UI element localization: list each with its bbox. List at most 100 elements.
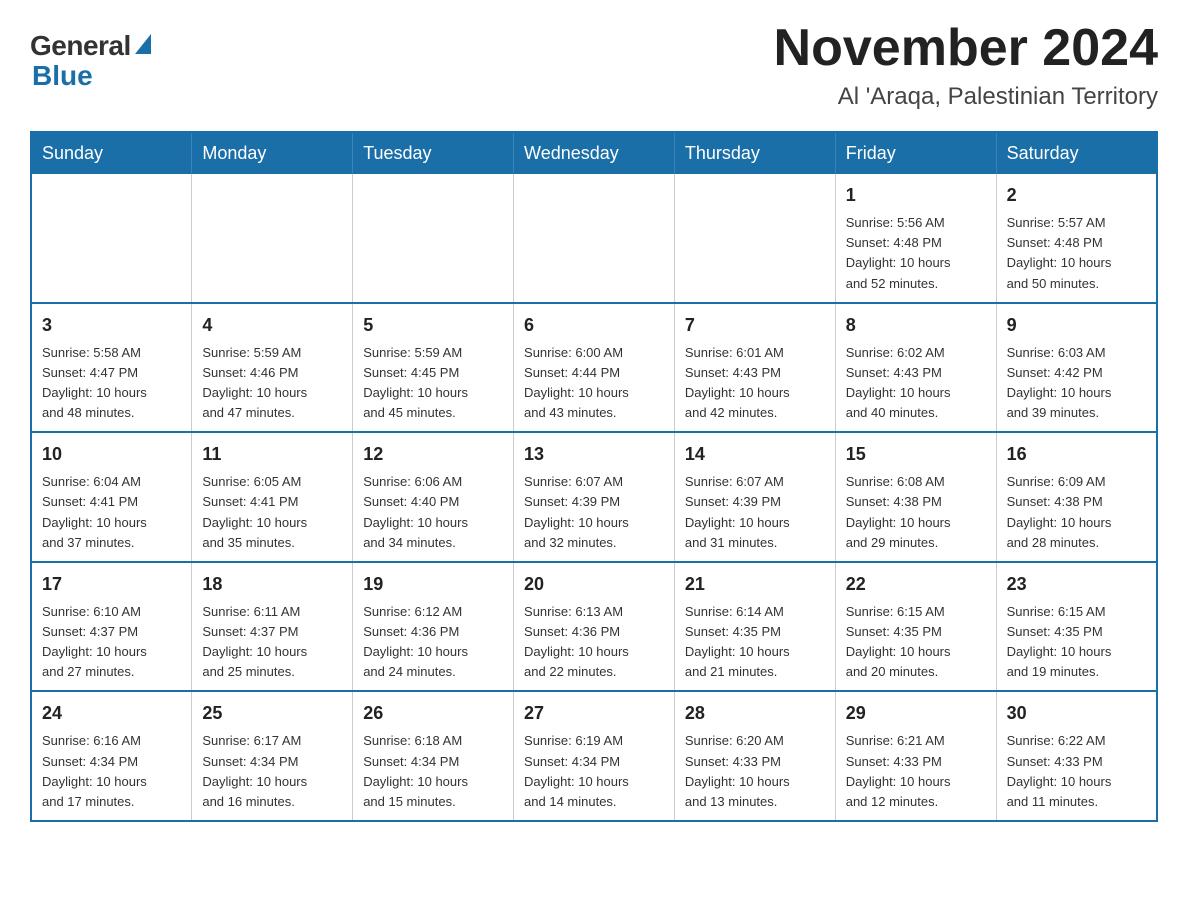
calendar-cell: 8 Sunrise: 6:02 AM Sunset: 4:43 PM Daylig… bbox=[835, 303, 996, 433]
day-number: 2 bbox=[1007, 182, 1146, 209]
logo-triangle-icon bbox=[135, 34, 151, 54]
calendar-cell: 1 Sunrise: 5:56 AM Sunset: 4:48 PM Daylig… bbox=[835, 174, 996, 303]
day-info: Sunrise: 6:22 AM Sunset: 4:33 PM Dayligh… bbox=[1007, 731, 1146, 812]
day-info: Sunrise: 6:06 AM Sunset: 4:40 PM Dayligh… bbox=[363, 472, 503, 553]
day-info: Sunrise: 6:07 AM Sunset: 4:39 PM Dayligh… bbox=[685, 472, 825, 553]
calendar-cell bbox=[353, 174, 514, 303]
day-number: 15 bbox=[846, 441, 986, 468]
logo-blue-text: Blue bbox=[32, 60, 93, 92]
day-number: 10 bbox=[42, 441, 181, 468]
day-info: Sunrise: 6:00 AM Sunset: 4:44 PM Dayligh… bbox=[524, 343, 664, 424]
calendar-cell: 16 Sunrise: 6:09 AM Sunset: 4:38 PM Dayli… bbox=[996, 432, 1157, 562]
day-number: 11 bbox=[202, 441, 342, 468]
day-info: Sunrise: 5:56 AM Sunset: 4:48 PM Dayligh… bbox=[846, 213, 986, 294]
calendar-cell: 7 Sunrise: 6:01 AM Sunset: 4:43 PM Daylig… bbox=[674, 303, 835, 433]
calendar-cell: 17 Sunrise: 6:10 AM Sunset: 4:37 PM Dayli… bbox=[31, 562, 192, 692]
day-number: 26 bbox=[363, 700, 503, 727]
day-number: 21 bbox=[685, 571, 825, 598]
calendar-cell: 25Sunrise: 6:17 AM Sunset: 4:34 PM Dayli… bbox=[192, 691, 353, 821]
week-row-3: 17 Sunrise: 6:10 AM Sunset: 4:37 PM Dayli… bbox=[31, 562, 1157, 692]
day-number: 6 bbox=[524, 312, 664, 339]
day-number: 30 bbox=[1007, 700, 1146, 727]
day-info: Sunrise: 6:20 AM Sunset: 4:33 PM Dayligh… bbox=[685, 731, 825, 812]
day-info: Sunrise: 6:09 AM Sunset: 4:38 PM Dayligh… bbox=[1007, 472, 1146, 553]
day-info: Sunrise: 6:15 AM Sunset: 4:35 PM Dayligh… bbox=[846, 602, 986, 683]
day-number: 28 bbox=[685, 700, 825, 727]
header-monday: Monday bbox=[192, 132, 353, 174]
day-number: 18 bbox=[202, 571, 342, 598]
calendar-cell: 9 Sunrise: 6:03 AM Sunset: 4:42 PM Daylig… bbox=[996, 303, 1157, 433]
header-tuesday: Tuesday bbox=[353, 132, 514, 174]
calendar-cell: 23Sunrise: 6:15 AM Sunset: 4:35 PM Dayli… bbox=[996, 562, 1157, 692]
calendar-cell: 15Sunrise: 6:08 AM Sunset: 4:38 PM Dayli… bbox=[835, 432, 996, 562]
calendar-cell bbox=[31, 174, 192, 303]
day-number: 1 bbox=[846, 182, 986, 209]
day-number: 19 bbox=[363, 571, 503, 598]
day-info: Sunrise: 5:59 AM Sunset: 4:45 PM Dayligh… bbox=[363, 343, 503, 424]
calendar-cell: 5 Sunrise: 5:59 AM Sunset: 4:45 PM Daylig… bbox=[353, 303, 514, 433]
day-info: Sunrise: 6:07 AM Sunset: 4:39 PM Dayligh… bbox=[524, 472, 664, 553]
calendar-cell: 10 Sunrise: 6:04 AM Sunset: 4:41 PM Dayli… bbox=[31, 432, 192, 562]
header-sunday: Sunday bbox=[31, 132, 192, 174]
day-number: 7 bbox=[685, 312, 825, 339]
day-number: 3 bbox=[42, 312, 181, 339]
calendar-cell: 2 Sunrise: 5:57 AM Sunset: 4:48 PM Daylig… bbox=[996, 174, 1157, 303]
calendar-cell bbox=[192, 174, 353, 303]
header-saturday: Saturday bbox=[996, 132, 1157, 174]
logo-general-text: General bbox=[30, 30, 131, 62]
day-info: Sunrise: 6:12 AM Sunset: 4:36 PM Dayligh… bbox=[363, 602, 503, 683]
calendar-cell: 22 Sunrise: 6:15 AM Sunset: 4:35 PM Dayli… bbox=[835, 562, 996, 692]
calendar-cell bbox=[514, 174, 675, 303]
day-number: 13 bbox=[524, 441, 664, 468]
month-title: November 2024 bbox=[774, 20, 1158, 77]
day-info: Sunrise: 6:21 AM Sunset: 4:33 PM Dayligh… bbox=[846, 731, 986, 812]
calendar-cell: 4Sunrise: 5:59 AM Sunset: 4:46 PM Daylig… bbox=[192, 303, 353, 433]
day-number: 22 bbox=[846, 571, 986, 598]
calendar-cell: 12 Sunrise: 6:06 AM Sunset: 4:40 PM Dayli… bbox=[353, 432, 514, 562]
calendar-cell: 26 Sunrise: 6:18 AM Sunset: 4:34 PM Dayli… bbox=[353, 691, 514, 821]
calendar-cell: 20Sunrise: 6:13 AM Sunset: 4:36 PM Dayli… bbox=[514, 562, 675, 692]
day-info: Sunrise: 6:14 AM Sunset: 4:35 PM Dayligh… bbox=[685, 602, 825, 683]
day-info: Sunrise: 6:03 AM Sunset: 4:42 PM Dayligh… bbox=[1007, 343, 1146, 424]
day-number: 12 bbox=[363, 441, 503, 468]
day-number: 14 bbox=[685, 441, 825, 468]
day-info: Sunrise: 6:04 AM Sunset: 4:41 PM Dayligh… bbox=[42, 472, 181, 553]
day-info: Sunrise: 5:59 AM Sunset: 4:46 PM Dayligh… bbox=[202, 343, 342, 424]
week-row-2: 10 Sunrise: 6:04 AM Sunset: 4:41 PM Dayli… bbox=[31, 432, 1157, 562]
calendar-cell: 13 Sunrise: 6:07 AM Sunset: 4:39 PM Dayli… bbox=[514, 432, 675, 562]
location-title: Al 'Araqa, Palestinian Territory bbox=[774, 83, 1158, 111]
day-info: Sunrise: 6:19 AM Sunset: 4:34 PM Dayligh… bbox=[524, 731, 664, 812]
day-info: Sunrise: 5:58 AM Sunset: 4:47 PM Dayligh… bbox=[42, 343, 181, 424]
day-info: Sunrise: 6:16 AM Sunset: 4:34 PM Dayligh… bbox=[42, 731, 181, 812]
page-header: General Blue November 2024 Al 'Araqa, Pa… bbox=[30, 20, 1158, 111]
calendar-cell: 24 Sunrise: 6:16 AM Sunset: 4:34 PM Dayli… bbox=[31, 691, 192, 821]
day-info: Sunrise: 6:11 AM Sunset: 4:37 PM Dayligh… bbox=[202, 602, 342, 683]
day-number: 8 bbox=[846, 312, 986, 339]
header-friday: Friday bbox=[835, 132, 996, 174]
calendar-cell: 19 Sunrise: 6:12 AM Sunset: 4:36 PM Dayli… bbox=[353, 562, 514, 692]
day-number: 5 bbox=[363, 312, 503, 339]
day-number: 29 bbox=[846, 700, 986, 727]
calendar-cell bbox=[674, 174, 835, 303]
day-info: Sunrise: 6:15 AM Sunset: 4:35 PM Dayligh… bbox=[1007, 602, 1146, 683]
week-row-4: 24 Sunrise: 6:16 AM Sunset: 4:34 PM Dayli… bbox=[31, 691, 1157, 821]
calendar-cell: 27Sunrise: 6:19 AM Sunset: 4:34 PM Dayli… bbox=[514, 691, 675, 821]
day-info: Sunrise: 5:57 AM Sunset: 4:48 PM Dayligh… bbox=[1007, 213, 1146, 294]
day-number: 24 bbox=[42, 700, 181, 727]
day-info: Sunrise: 6:18 AM Sunset: 4:34 PM Dayligh… bbox=[363, 731, 503, 812]
day-info: Sunrise: 6:10 AM Sunset: 4:37 PM Dayligh… bbox=[42, 602, 181, 683]
day-info: Sunrise: 6:01 AM Sunset: 4:43 PM Dayligh… bbox=[685, 343, 825, 424]
week-row-1: 3 Sunrise: 5:58 AM Sunset: 4:47 PM Daylig… bbox=[31, 303, 1157, 433]
calendar-cell: 18 Sunrise: 6:11 AM Sunset: 4:37 PM Dayli… bbox=[192, 562, 353, 692]
day-number: 9 bbox=[1007, 312, 1146, 339]
header-row: SundayMondayTuesdayWednesdayThursdayFrid… bbox=[31, 132, 1157, 174]
day-info: Sunrise: 6:17 AM Sunset: 4:34 PM Dayligh… bbox=[202, 731, 342, 812]
day-number: 16 bbox=[1007, 441, 1146, 468]
header-wednesday: Wednesday bbox=[514, 132, 675, 174]
day-number: 20 bbox=[524, 571, 664, 598]
calendar-cell: 11Sunrise: 6:05 AM Sunset: 4:41 PM Dayli… bbox=[192, 432, 353, 562]
calendar-cell: 29 Sunrise: 6:21 AM Sunset: 4:33 PM Dayli… bbox=[835, 691, 996, 821]
day-number: 17 bbox=[42, 571, 181, 598]
calendar-cell: 30 Sunrise: 6:22 AM Sunset: 4:33 PM Dayli… bbox=[996, 691, 1157, 821]
day-info: Sunrise: 6:02 AM Sunset: 4:43 PM Dayligh… bbox=[846, 343, 986, 424]
